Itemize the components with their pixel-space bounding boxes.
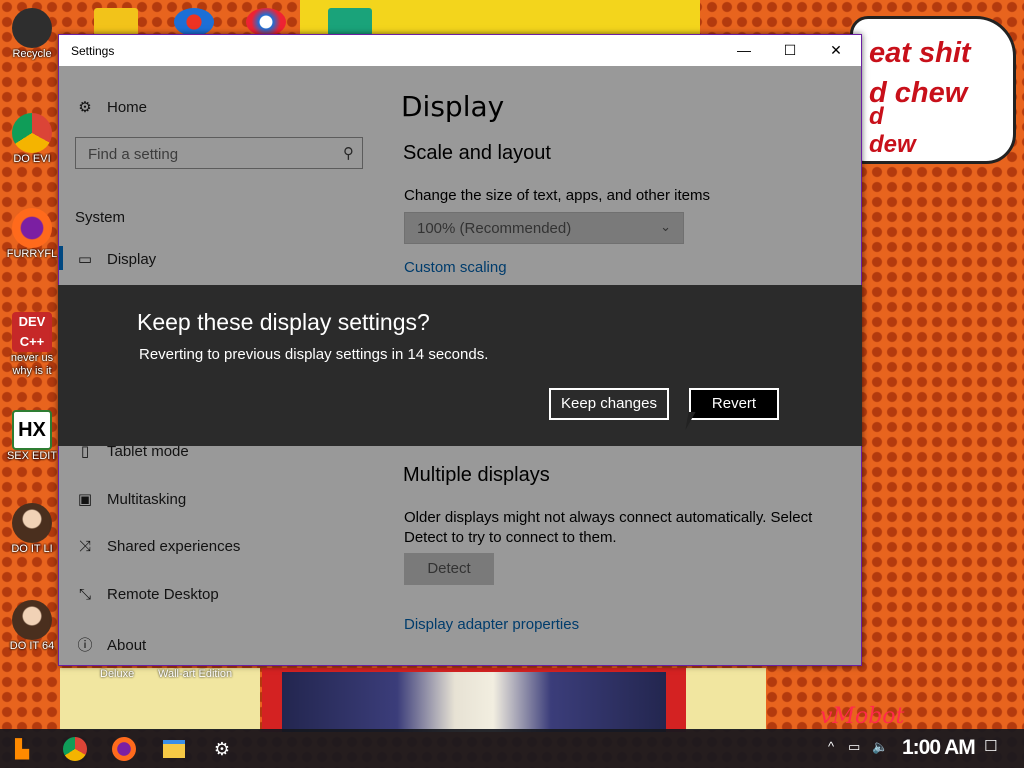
firefox-icon [112, 737, 136, 761]
folder-icon [163, 740, 185, 758]
devcpp-icon: DEV C++ [12, 312, 52, 352]
taskbar-firefox[interactable] [110, 735, 138, 763]
desktop-icon-label: never us [10, 352, 54, 364]
desktop-icon-label: DO IT 64 [9, 640, 55, 652]
desktop-app-icon[interactable] [246, 8, 286, 36]
desktop-icon-chrome[interactable]: DO EVI [4, 113, 60, 166]
desktop-icon-label: SEX EDIT [6, 450, 58, 462]
keep-changes-button[interactable]: Keep changes [549, 388, 669, 420]
firefox-icon [12, 208, 52, 248]
maximize-button[interactable]: ☐ [767, 35, 813, 66]
portrait-icon [12, 503, 52, 543]
minimize-button[interactable]: — [721, 35, 767, 66]
wallpaper-picture [262, 668, 686, 732]
wallpaper-yellow-bottom-right [686, 668, 766, 730]
volume-icon[interactable]: 🔈 [872, 739, 888, 755]
desktop-icon-doit-64[interactable]: DO IT 64 [4, 600, 60, 653]
desktop-icon-hxd[interactable]: HX SEX EDIT [4, 410, 60, 463]
desktop-app-icon[interactable] [328, 8, 372, 36]
portrait-icon [12, 600, 52, 640]
notification-icon[interactable]: ☐ [984, 737, 997, 755]
desktop-icon-label: FURRYFL [6, 248, 58, 260]
wallpaper-signature: vMobot [820, 704, 905, 729]
window-title: Settings [71, 44, 115, 58]
chrome-icon [63, 737, 87, 761]
dialog-title: Keep these display settings? [137, 309, 430, 335]
bubble-line-3: d [869, 103, 884, 130]
desktop-icon-label: DO EVI [13, 153, 51, 165]
desktop-icon-firefox[interactable]: FURRYFL [4, 208, 60, 261]
bubble-line-1: eat shit [869, 37, 971, 69]
wallpaper-caption-left: Deluxe [100, 668, 135, 680]
revert-button[interactable]: Revert [689, 388, 779, 420]
hxd-icon: HX [12, 410, 52, 450]
keep-settings-dialog: Keep these display settings? Reverting t… [58, 285, 862, 446]
desktop-icon-label-line2: why is it [12, 365, 52, 377]
desktop-icon-label: DO IT LI [11, 543, 53, 555]
recycle-bin-icon [12, 8, 52, 48]
wallpaper-speech-bubble: eat shit d chew d dew [850, 16, 1016, 164]
gear-icon: ⚙ [213, 739, 231, 759]
desktop-icon-devcpp[interactable]: DEV C++ never us why is it [4, 312, 60, 378]
tray-chevron-icon[interactable]: ^ [828, 739, 834, 754]
clock[interactable]: 1:00 AM [902, 736, 976, 760]
title-bar[interactable]: Settings — ☐ ✕ [59, 35, 861, 66]
chrome-icon [12, 113, 52, 153]
desktop-icon-recycle[interactable]: Recycle [4, 8, 60, 61]
taskbar-settings[interactable]: ⚙ [208, 735, 236, 763]
taskbar-chrome[interactable] [61, 735, 89, 763]
taskbar: ▙ ⚙ ^ ▭ 🔈 1:00 AM ☐ [0, 729, 1024, 768]
bubble-line-4: dew [869, 131, 916, 158]
start-button[interactable]: ▙ [8, 735, 36, 763]
taskbar-file-explorer[interactable] [160, 735, 188, 763]
wallpaper-caption-right: Wall-art Edition [158, 668, 233, 680]
desktop-app-icon[interactable] [94, 8, 138, 36]
dialog-message: Reverting to previous display settings i… [139, 346, 489, 363]
network-icon[interactable]: ▭ [848, 739, 860, 755]
close-button[interactable]: ✕ [813, 35, 859, 66]
desktop-icon-label: Recycle [12, 48, 52, 60]
desktop-app-icon[interactable] [174, 8, 214, 36]
desktop-icon-doit-li[interactable]: DO IT LI [4, 503, 60, 556]
